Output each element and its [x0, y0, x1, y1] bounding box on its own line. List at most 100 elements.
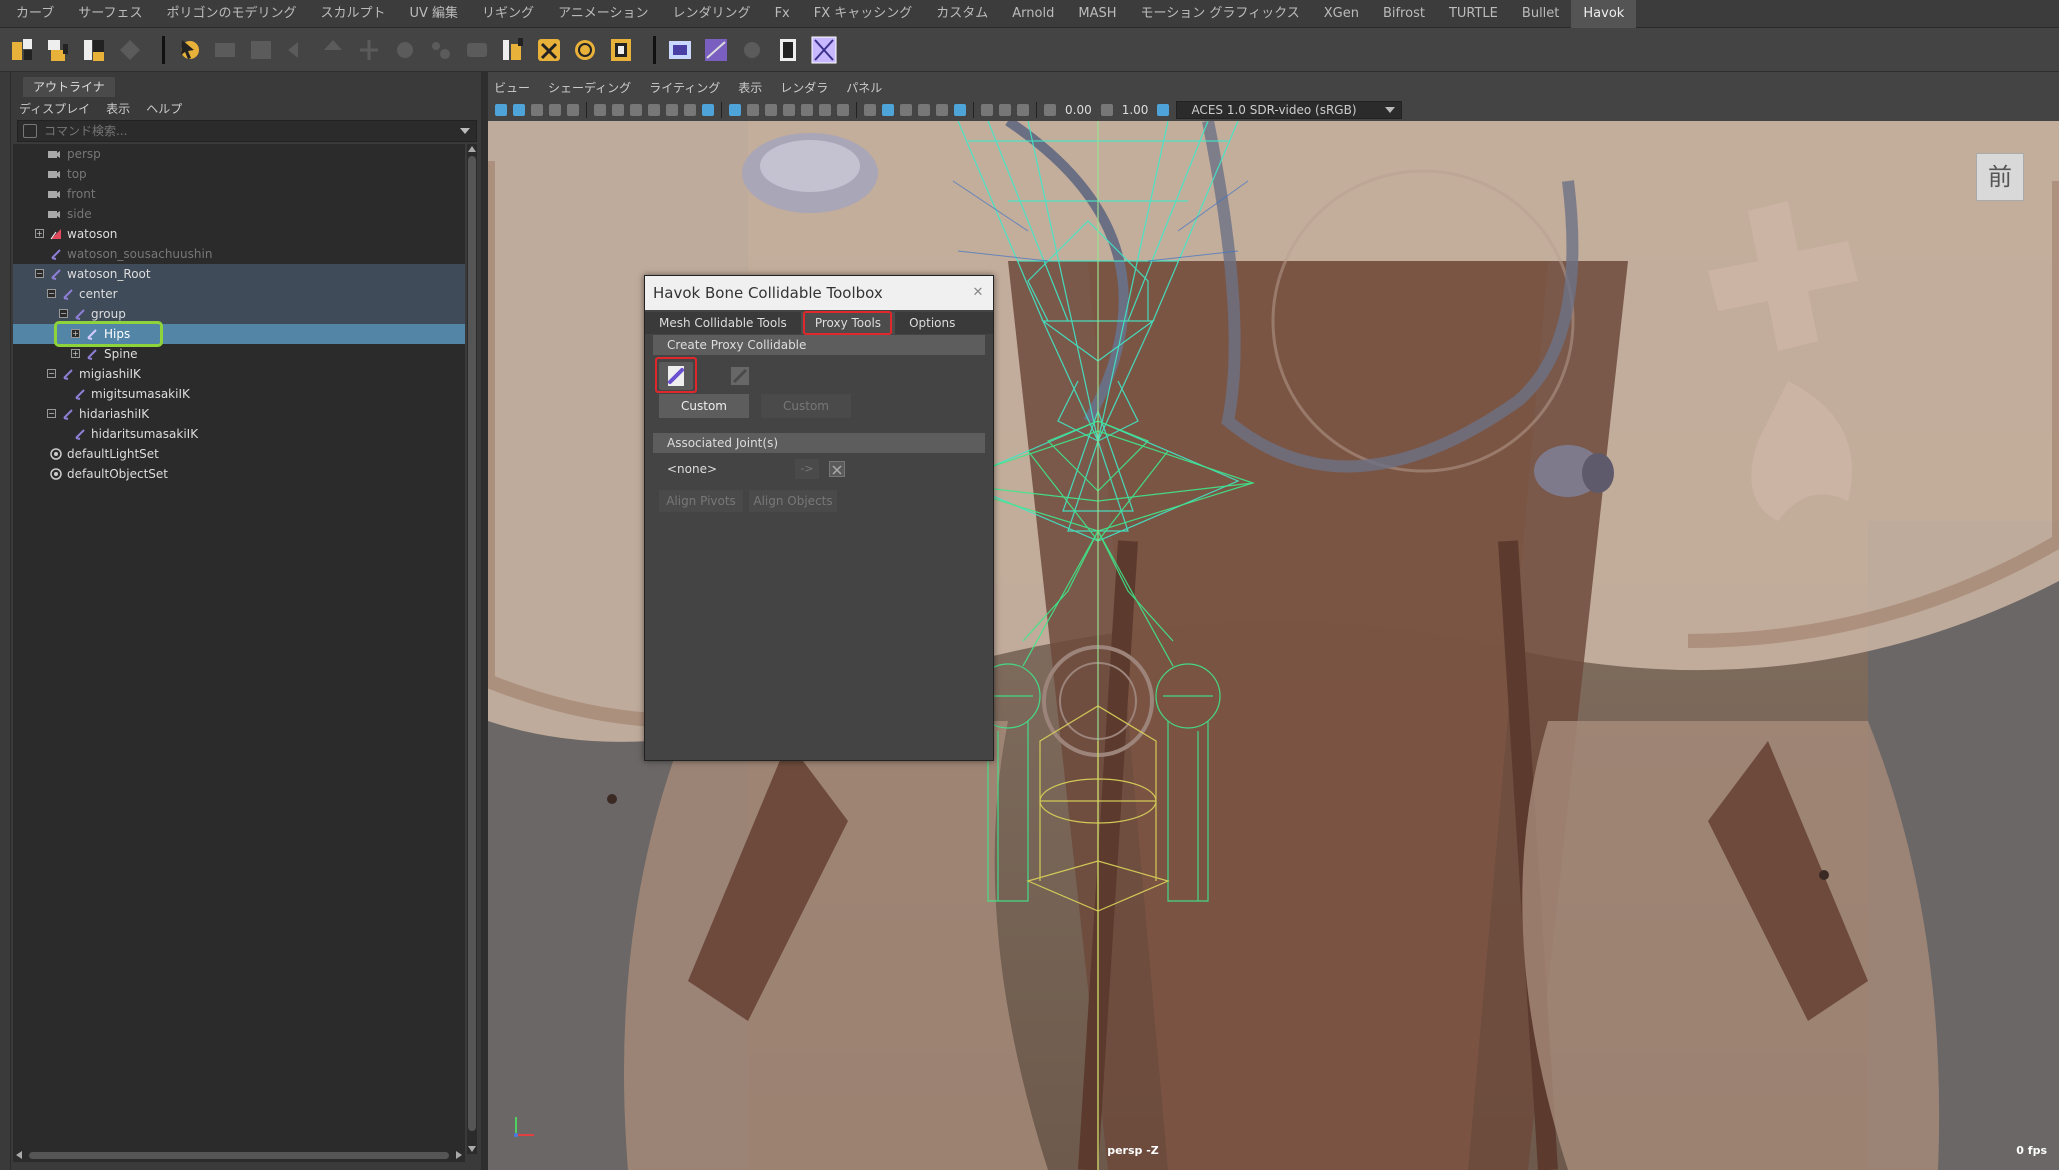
- section-create-proxy-collidable[interactable]: Create Proxy Collidable: [653, 335, 985, 355]
- tree-item-watoson[interactable]: + watoson: [13, 224, 465, 244]
- outliner-menu-help[interactable]: ヘルプ: [146, 100, 182, 117]
- link-icon[interactable]: [391, 35, 419, 65]
- wireframe-icon[interactable]: [747, 104, 759, 116]
- collapse-icon[interactable]: −: [59, 309, 68, 318]
- outliner-menu-show[interactable]: 表示: [106, 100, 130, 117]
- shelf-tab-surface[interactable]: サーフェス: [66, 0, 154, 28]
- assign-joint-button[interactable]: ->: [795, 459, 819, 479]
- color-management-icon[interactable]: [1157, 104, 1170, 116]
- tree-item-hidaritsumasakiik[interactable]: hidaritsumasakiIK: [13, 424, 465, 444]
- arrow-up-icon[interactable]: [319, 35, 347, 65]
- smooth-shade-icon[interactable]: [765, 104, 777, 116]
- havok-disabled-icon[interactable]: [116, 35, 144, 65]
- havok-ring-icon[interactable]: [571, 35, 599, 65]
- tab-mesh-collidable-tools[interactable]: Mesh Collidable Tools: [645, 312, 801, 334]
- collapse-icon[interactable]: −: [35, 269, 44, 278]
- shelf-tab-poly-modeling[interactable]: ポリゴンのモデリング: [154, 0, 308, 28]
- shelf-tab-mash[interactable]: MASH: [1066, 0, 1128, 28]
- associated-joint-field[interactable]: <none>: [659, 459, 789, 479]
- tree-item-migitsumasakiik[interactable]: migitsumasakiIK: [13, 384, 465, 404]
- shelf-tab-fx-caching[interactable]: FX キャッシング: [802, 0, 925, 28]
- viewport-menu-view[interactable]: ビュー: [494, 79, 530, 96]
- shelf-tab-turtle[interactable]: TURTLE: [1437, 0, 1510, 28]
- shaded-wireframe-icon[interactable]: [864, 104, 876, 116]
- shelf-tab-uv-edit[interactable]: UV 編集: [398, 0, 471, 28]
- clear-joint-button[interactable]: [829, 461, 845, 477]
- havok-constraint-icon[interactable]: [247, 35, 275, 65]
- collapse-icon[interactable]: −: [47, 369, 56, 378]
- camera-icon[interactable]: [594, 104, 606, 116]
- havok-filter-icon[interactable]: [80, 35, 108, 65]
- tree-item-default-object-set[interactable]: defaultObjectSet: [13, 464, 465, 484]
- xray-joints-icon[interactable]: [819, 104, 831, 116]
- ambient-occlusion-icon[interactable]: [918, 104, 930, 116]
- image-plane-icon[interactable]: [549, 104, 561, 116]
- db-icon[interactable]: [463, 35, 491, 65]
- gamma-value[interactable]: 0.00: [1065, 103, 1092, 117]
- shelf-tab-curve[interactable]: カーブ: [4, 0, 66, 28]
- tree-item-persp[interactable]: persp: [13, 144, 465, 164]
- shelf-tab-havok[interactable]: Havok: [1571, 0, 1637, 28]
- tree-item-watoson-root[interactable]: − watoson_Root: [13, 264, 465, 284]
- shelf-tab-fx[interactable]: Fx: [763, 0, 802, 28]
- outliner-vertical-scrollbar[interactable]: [467, 144, 477, 1154]
- expand-icon[interactable]: +: [35, 229, 44, 238]
- arrow-cross-icon[interactable]: [355, 35, 383, 65]
- tree-item-default-light-set[interactable]: defaultLightSet: [13, 444, 465, 464]
- depth-of-field-icon[interactable]: [981, 104, 993, 116]
- anti-aliasing-icon[interactable]: [954, 104, 966, 116]
- havok-mesh-icon[interactable]: [702, 35, 730, 65]
- select-camera-icon[interactable]: [495, 104, 507, 116]
- color-space-select[interactable]: ACES 1.0 SDR-video (sRGB): [1176, 101, 1403, 119]
- scroll-right-icon[interactable]: [456, 1151, 462, 1159]
- proxy-mesh-button[interactable]: [727, 364, 753, 388]
- xray-active-icon[interactable]: [1017, 104, 1029, 116]
- camera-attributes-icon[interactable]: [513, 104, 525, 116]
- viewport-menu-show[interactable]: 表示: [738, 79, 762, 96]
- dialog-title[interactable]: Havok Bone Collidable Toolbox: [645, 276, 993, 310]
- chevron-down-icon[interactable]: [460, 128, 470, 134]
- havok-preview-icon[interactable]: [44, 35, 72, 65]
- grid-icon[interactable]: [729, 104, 741, 116]
- exposure-value[interactable]: 1.00: [1122, 103, 1149, 117]
- viewport-menu-lighting[interactable]: ライティング: [649, 79, 720, 96]
- viewport-menu-panels[interactable]: パネル: [846, 79, 882, 96]
- collapse-icon[interactable]: −: [47, 409, 56, 418]
- motion-blur-icon[interactable]: [936, 104, 948, 116]
- havok-proxy-icon[interactable]: [666, 35, 694, 65]
- panel-divider[interactable]: [481, 72, 488, 1170]
- resolution-gate-icon[interactable]: [630, 104, 642, 116]
- exposure-icon[interactable]: [1100, 104, 1113, 116]
- isolate-select-icon[interactable]: [999, 104, 1011, 116]
- shelf-tab-sculpt[interactable]: スカルプト: [308, 0, 397, 28]
- scroll-down-icon[interactable]: [468, 1146, 476, 1152]
- tree-item-side[interactable]: side: [13, 204, 465, 224]
- collapse-icon[interactable]: −: [47, 289, 56, 298]
- align-objects-button[interactable]: Align Objects: [749, 490, 837, 512]
- havok-cursor-icon[interactable]: [175, 35, 203, 65]
- outliner-tab[interactable]: アウトライナ: [23, 77, 115, 97]
- shelf-tab-bullet[interactable]: Bullet: [1510, 0, 1571, 28]
- align-pivots-button[interactable]: Align Pivots: [659, 490, 743, 512]
- shelf-tab-arnold[interactable]: Arnold: [1000, 0, 1066, 28]
- tree-item-hidariashiik[interactable]: − hidariashiIK: [13, 404, 465, 424]
- arrow-left-icon[interactable]: [283, 35, 311, 65]
- scroll-left-icon[interactable]: [16, 1151, 22, 1159]
- safe-action-icon[interactable]: [684, 104, 696, 116]
- xray-icon[interactable]: [801, 104, 813, 116]
- tree-item-migiashiik[interactable]: − migiashiIK: [13, 364, 465, 384]
- shelf-tab-motion-graphics[interactable]: モーション グラフィックス: [1129, 0, 1312, 28]
- havok-wrench-icon[interactable]: [535, 35, 563, 65]
- dots-icon[interactable]: [427, 35, 455, 65]
- shelf-tab-rigging[interactable]: リギング: [470, 0, 546, 28]
- scroll-thumb[interactable]: [29, 1152, 449, 1159]
- shelf-tab-bifrost[interactable]: Bifrost: [1371, 0, 1437, 28]
- close-icon[interactable]: ✕: [967, 283, 989, 303]
- havok-dim-icon[interactable]: [738, 35, 766, 65]
- tree-item-center[interactable]: − center: [13, 284, 465, 304]
- tab-options[interactable]: Options: [895, 312, 969, 334]
- tree-item-watoson-sousachuushin[interactable]: watoson_sousachuushin: [13, 244, 465, 264]
- outliner-horizontal-scrollbar[interactable]: [13, 1148, 465, 1162]
- custom-button[interactable]: Custom: [659, 394, 749, 418]
- havok-export-icon[interactable]: [8, 35, 36, 65]
